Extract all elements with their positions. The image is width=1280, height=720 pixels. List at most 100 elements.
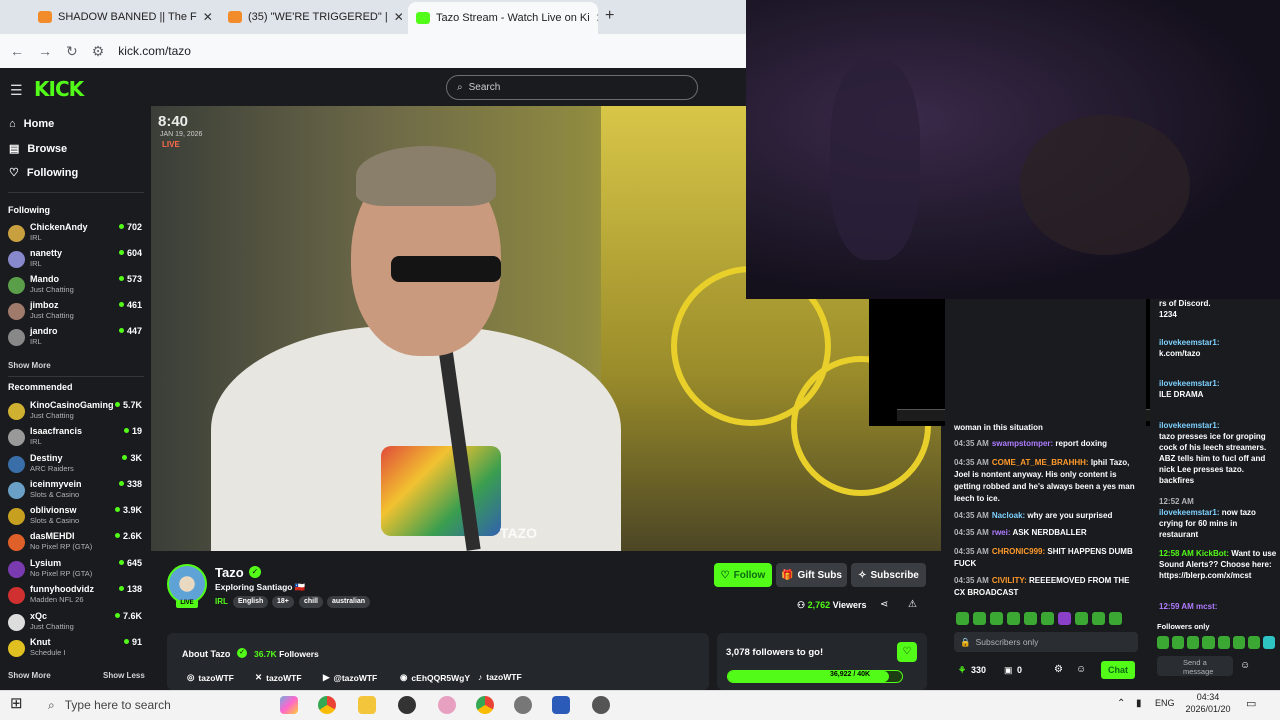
chat-send-button[interactable]: Chat: [1101, 661, 1135, 679]
follow-button[interactable]: ♡ Follow: [714, 563, 772, 587]
emote-icon[interactable]: [1217, 636, 1230, 649]
volume-icon[interactable]: ▮: [1136, 698, 1142, 709]
chat-user[interactable]: ilovekeemstar1:: [1159, 338, 1219, 347]
channel-item[interactable]: Knut Schedule I 91: [8, 637, 142, 663]
language-indicator[interactable]: ENG: [1155, 698, 1175, 708]
channel-item[interactable]: jimboz Just Chatting 461: [8, 300, 142, 326]
app-icon[interactable]: [592, 696, 610, 714]
notification-icon[interactable]: ▭: [1246, 697, 1256, 710]
emote-icon[interactable]: [1007, 612, 1020, 625]
url-field[interactable]: kick.com/tazo: [118, 44, 191, 58]
show-more-following[interactable]: Show More: [8, 361, 51, 370]
back-icon[interactable]: ←: [10, 43, 24, 59]
close-tab-icon[interactable]: ✕: [203, 10, 212, 24]
chrome-icon[interactable]: [476, 696, 494, 714]
social-youtube[interactable]: ▶ @tazoWTF: [323, 672, 377, 683]
show-less-recommended[interactable]: Show Less: [103, 671, 145, 680]
emote-icon[interactable]: [956, 612, 969, 625]
nav-following[interactable]: ♡ Following: [9, 166, 78, 180]
file-explorer-icon[interactable]: [358, 696, 376, 714]
channel-item[interactable]: xQc Just Chatting 7.6K: [8, 611, 142, 637]
timer-icon[interactable]: ▣: [1004, 665, 1013, 676]
message-input[interactable]: Send a message: [1157, 656, 1233, 676]
site-info-icon[interactable]: ⚙: [92, 43, 105, 60]
settings-icon[interactable]: ⚙: [1054, 664, 1063, 675]
chat-user[interactable]: ilovekeemstar1:: [1159, 421, 1219, 430]
word-icon[interactable]: [552, 696, 570, 714]
stream-tag[interactable]: English: [233, 596, 269, 608]
channel-item[interactable]: dasMEHDI No Pixel RP (GTA) 2.6K: [8, 531, 142, 557]
taskbar-clock[interactable]: 04:34 2026/01/20: [1180, 691, 1236, 715]
app-icon[interactable]: [438, 696, 456, 714]
browser-tab-1[interactable]: SHADOW BANNED || The F ✕: [30, 4, 212, 30]
chat-line[interactable]: ilovekeemstar1:: [1159, 420, 1277, 431]
browser-tab-3[interactable]: Tazo Stream - Watch Live on Ki ✕: [408, 2, 598, 34]
kick-logo[interactable]: KICK: [34, 77, 84, 101]
windows-start-icon[interactable]: ⊞: [10, 694, 23, 712]
emote-icon[interactable]: [1075, 612, 1088, 625]
stream-tag[interactable]: 18+: [272, 596, 294, 608]
chat-input[interactable]: 🔒 Subscribers only: [954, 632, 1138, 652]
goal-icon[interactable]: ♡: [897, 642, 917, 662]
streamer-avatar[interactable]: [167, 564, 207, 604]
emoji-icon[interactable]: ☺: [1076, 664, 1086, 675]
chat-line[interactable]: ilovekeemstar1:: [1159, 378, 1277, 389]
copilot-icon[interactable]: [280, 696, 298, 714]
reload-icon[interactable]: ↻: [66, 43, 78, 60]
channel-item[interactable]: jandro IRL 447: [8, 326, 142, 352]
channel-item[interactable]: ChickenAndy IRL 702: [8, 222, 142, 248]
channel-item[interactable]: oblivionsw Slots & Casino 3.9K: [8, 505, 142, 531]
menu-icon[interactable]: ☰: [10, 82, 23, 99]
emote-icon[interactable]: [1092, 612, 1105, 625]
chat-user[interactable]: 12:59 AM mcst:: [1159, 602, 1217, 611]
emote-icon[interactable]: [1202, 636, 1215, 649]
show-more-recommended[interactable]: Show More: [8, 671, 51, 680]
channel-item[interactable]: Destiny ARC Raiders 3K: [8, 453, 142, 479]
emote-icon[interactable]: [1024, 612, 1037, 625]
taskbar-search[interactable]: ⌕ Type here to search: [44, 694, 264, 716]
chat-user[interactable]: 12:58 AM KickBot:: [1159, 549, 1229, 558]
emote-icon[interactable]: [1058, 612, 1071, 625]
social-instagram[interactable]: ◎ tazoWTF: [187, 672, 234, 683]
emote-icon[interactable]: [990, 612, 1003, 625]
points-icon[interactable]: ⚘: [958, 665, 966, 676]
forward-icon[interactable]: →: [38, 43, 52, 59]
emote-icon[interactable]: [1157, 636, 1170, 649]
channel-item[interactable]: Mando Just Chatting 573: [8, 274, 142, 300]
emote-icon[interactable]: [1232, 636, 1245, 649]
chat-user[interactable]: rwei:: [992, 528, 1011, 537]
emote-icon[interactable]: [1109, 612, 1122, 625]
settings-icon[interactable]: [514, 696, 532, 714]
channel-item[interactable]: nanetty IRL 604: [8, 248, 142, 274]
search-input[interactable]: ⌕ Search: [446, 75, 698, 100]
obs-icon[interactable]: [398, 696, 416, 714]
social-discord[interactable]: ◉ cEhQQR5WgY: [400, 672, 470, 683]
chevron-up-icon[interactable]: ⌃: [1117, 698, 1125, 709]
chat-user[interactable]: ilovekeemstar1:: [1159, 508, 1219, 517]
chat-user[interactable]: CHRONIC999:: [992, 547, 1045, 556]
stream-category[interactable]: IRL: [215, 597, 228, 606]
emote-icon[interactable]: [1262, 636, 1275, 649]
nav-home[interactable]: ⌂ Home: [9, 118, 54, 130]
chat-user[interactable]: Nacloak:: [992, 511, 1025, 520]
emote-icon[interactable]: [1041, 612, 1054, 625]
browser-tab-2[interactable]: (35) "WE'RE TRIGGERED" | ✕: [220, 4, 402, 30]
subscribe-button[interactable]: ✧ Subscribe: [851, 563, 926, 587]
channel-item[interactable]: Lysium No Pixel RP (GTA) 645: [8, 558, 142, 584]
chrome-icon[interactable]: [318, 696, 336, 714]
new-tab-button[interactable]: +: [605, 7, 614, 25]
emote-icon[interactable]: [973, 612, 986, 625]
chat-user[interactable]: ilovekeemstar1:: [1159, 379, 1219, 388]
social-tiktok[interactable]: ♪ tazoWTF: [478, 672, 522, 682]
channel-item[interactable]: iceinmyvein Slots & Casino 338: [8, 479, 142, 505]
emoji-icon[interactable]: ☺: [1240, 660, 1250, 671]
emote-icon[interactable]: [1187, 636, 1200, 649]
streamer-name[interactable]: Tazo: [215, 565, 244, 580]
stream-tag[interactable]: australian: [327, 596, 371, 608]
chat-user[interactable]: CIVILITY:: [992, 576, 1027, 585]
share-icon[interactable]: ⋖: [880, 599, 888, 610]
stream-tag[interactable]: chill: [299, 596, 324, 608]
emote-icon[interactable]: [1247, 636, 1260, 649]
channel-item[interactable]: funnyhoodvidz Madden NFL 26 138: [8, 584, 142, 610]
channel-item[interactable]: Isaacfrancis IRL 19: [8, 426, 142, 452]
